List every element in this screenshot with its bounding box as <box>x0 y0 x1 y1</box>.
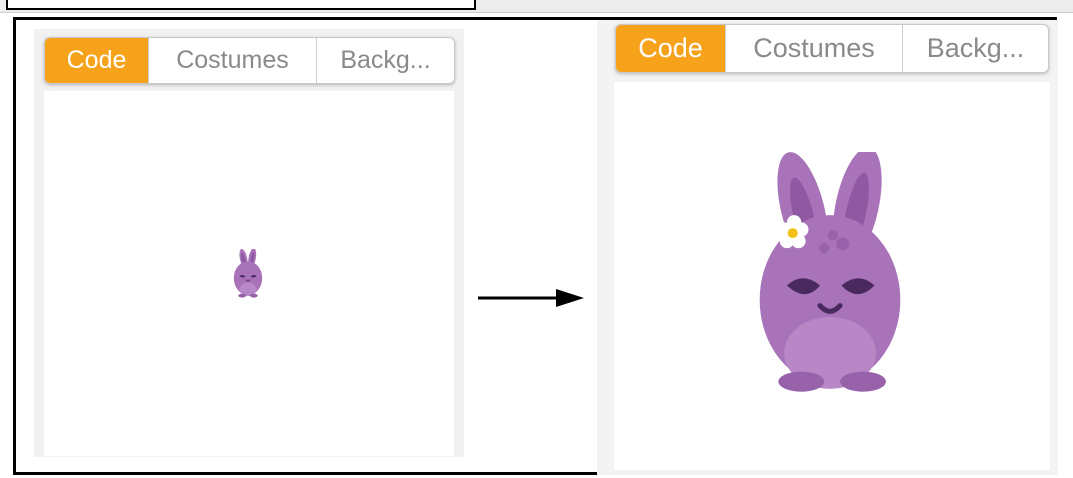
tab-backgrounds[interactable]: Backg... <box>902 25 1048 72</box>
right-tab-bar: Code Costumes Backg... <box>615 24 1049 73</box>
right-arrow-icon <box>478 289 584 307</box>
tab-code[interactable]: Code <box>45 38 148 83</box>
top-strip <box>0 0 1073 13</box>
left-tab-bar: Code Costumes Backg... <box>44 37 455 84</box>
tab-costumes[interactable]: Costumes <box>148 38 316 83</box>
small-bunny-sprite[interactable] <box>231 249 265 299</box>
large-bunny-sprite[interactable] <box>742 152 918 396</box>
top-strip-box <box>6 0 476 10</box>
tab-costumes[interactable]: Costumes <box>725 25 902 72</box>
tab-code[interactable]: Code <box>616 25 725 72</box>
tab-backgrounds[interactable]: Backg... <box>316 38 454 83</box>
